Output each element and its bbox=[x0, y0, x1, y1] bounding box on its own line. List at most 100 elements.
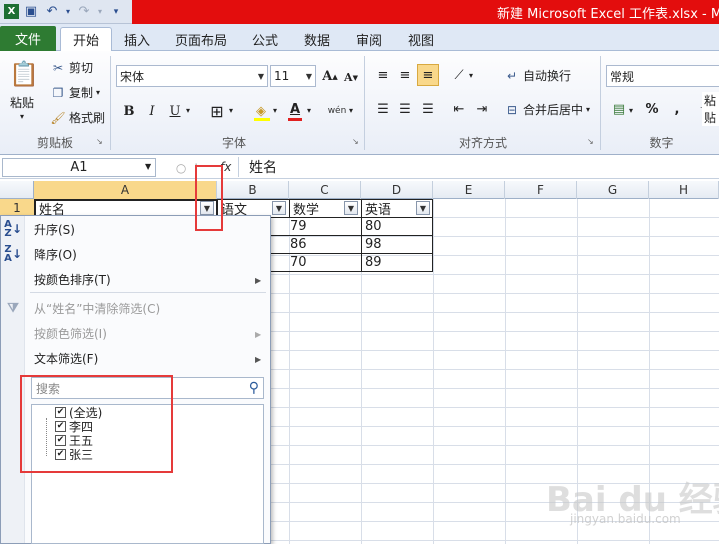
paste-icon[interactable]: 📋 bbox=[8, 56, 40, 92]
column-header-d[interactable]: D bbox=[361, 181, 433, 199]
font-launcher-icon[interactable]: ↘ bbox=[352, 137, 359, 146]
divider bbox=[364, 56, 365, 150]
copy-button[interactable]: ❐ 复制 ▾ bbox=[50, 84, 100, 101]
font-color-icon[interactable]: A bbox=[284, 98, 306, 120]
border-icon[interactable]: ⊞ bbox=[206, 100, 228, 122]
alignment-launcher-icon[interactable]: ↘ bbox=[587, 137, 594, 146]
annotation-box-dropdown bbox=[195, 165, 223, 231]
phonetic-icon[interactable]: wén bbox=[326, 100, 348, 122]
underline-dropdown-icon[interactable]: ▾ bbox=[186, 106, 190, 115]
formula-content[interactable]: 姓名 bbox=[238, 157, 719, 177]
font-name-select[interactable]: 宋体 ▼ bbox=[116, 65, 268, 87]
phonetic-dropdown-icon[interactable]: ▾ bbox=[349, 106, 353, 115]
undo-dropdown-icon[interactable]: ▾ bbox=[64, 3, 72, 21]
orientation-icon[interactable]: ⟋ bbox=[448, 64, 470, 86]
menu-item-text-filters[interactable]: 文本筛选(F) bbox=[34, 347, 98, 369]
align-center-icon[interactable]: ☰ bbox=[394, 98, 416, 120]
divider bbox=[600, 56, 601, 150]
column-header-e[interactable]: E bbox=[433, 181, 505, 199]
save-icon[interactable]: ▣ bbox=[22, 3, 40, 21]
underline-button[interactable]: U bbox=[164, 100, 186, 122]
undo-icon[interactable]: ↶ bbox=[43, 3, 61, 21]
percent-button[interactable]: % bbox=[641, 98, 663, 120]
tab-page-layout[interactable]: 页面布局 bbox=[170, 28, 232, 51]
align-left-icon[interactable]: ☰ bbox=[372, 98, 394, 120]
shrink-font-button[interactable]: A ▼ bbox=[340, 66, 362, 88]
align-right-icon[interactable]: ☰ bbox=[417, 98, 439, 120]
merge-center-button[interactable]: ⊟ 合并后居中 ▾ bbox=[504, 101, 590, 118]
format-painter-button[interactable]: 🖌 格式刷 bbox=[50, 109, 105, 126]
excel-logo-icon[interactable]: X bbox=[4, 4, 19, 19]
cell-d3[interactable]: 98 bbox=[361, 235, 433, 254]
column-header-f[interactable]: F bbox=[505, 181, 577, 199]
comma-button[interactable]: , bbox=[666, 98, 688, 120]
menu-item-sort-ascending[interactable]: 升序(S) bbox=[34, 218, 75, 240]
menu-item-filter-by-color[interactable]: 按颜色筛选(I) bbox=[34, 322, 107, 344]
align-top-icon[interactable]: ≡ bbox=[372, 64, 394, 86]
clear-filter-icon: ⧩ bbox=[7, 300, 19, 316]
border-dropdown-icon[interactable]: ▾ bbox=[229, 106, 233, 115]
paste-button[interactable]: 粘贴 bbox=[10, 94, 34, 111]
fill-dropdown-icon[interactable]: ▾ bbox=[273, 106, 277, 115]
tab-data[interactable]: 数据 bbox=[298, 28, 336, 51]
grow-font-button[interactable]: A ▲ bbox=[319, 65, 341, 87]
paste-dropdown-icon[interactable]: ▾ bbox=[20, 112, 24, 121]
italic-button[interactable]: I bbox=[141, 100, 163, 122]
tab-file[interactable]: 文件 bbox=[0, 26, 56, 51]
watermark-url: jingyan.baidu.com bbox=[570, 512, 681, 526]
decrease-indent-icon[interactable]: ⇤ bbox=[448, 98, 470, 120]
tab-home[interactable]: 开始 bbox=[60, 27, 112, 51]
tab-view[interactable]: 视图 bbox=[402, 28, 440, 51]
menu-item-sort-by-color[interactable]: 按颜色排序(T) bbox=[34, 268, 111, 290]
redo-dropdown-icon[interactable]: ▾ bbox=[96, 3, 104, 21]
menu-item-clear-filter[interactable]: 从“姓名”中清除筛选(C) bbox=[34, 297, 160, 319]
font-size-select[interactable]: 11 ▼ bbox=[270, 65, 316, 87]
cell-c3[interactable]: 86 bbox=[271, 235, 362, 254]
number-format-value: 常规 bbox=[610, 69, 635, 84]
bold-button[interactable]: B bbox=[118, 100, 140, 122]
column-header-a[interactable]: A bbox=[34, 181, 217, 199]
customize-qat-icon[interactable]: ▾ bbox=[107, 3, 125, 21]
number-format-select[interactable]: 常规 bbox=[606, 65, 719, 87]
search-icon[interactable]: ⚲ bbox=[249, 380, 259, 396]
tab-formulas[interactable]: 公式 bbox=[246, 28, 284, 51]
cell-d2[interactable]: 80 bbox=[361, 217, 433, 236]
redo-icon[interactable]: ↷ bbox=[75, 3, 93, 21]
submenu-arrow-icon: ▶ bbox=[255, 330, 262, 339]
name-box-dropdown-icon[interactable]: ▼ bbox=[145, 162, 151, 171]
wrap-text-button[interactable]: ↵ 自动换行 bbox=[504, 67, 571, 84]
copy-label: 复制 bbox=[69, 86, 94, 100]
align-bottom-icon[interactable]: ≡ bbox=[417, 64, 439, 86]
currency-icon[interactable]: ▤ bbox=[608, 98, 630, 120]
cell-c2[interactable]: 79 bbox=[271, 217, 362, 236]
cut-button[interactable]: ✂ 剪切 bbox=[50, 59, 93, 76]
column-header-b[interactable]: B bbox=[217, 181, 289, 199]
merge-dropdown-icon: ▾ bbox=[586, 105, 591, 114]
cell-c4[interactable]: 70 bbox=[271, 253, 362, 272]
select-all-corner[interactable] bbox=[0, 181, 34, 199]
increase-indent-icon[interactable]: ⇥ bbox=[471, 98, 493, 120]
orientation-dropdown-icon[interactable]: ▾ bbox=[469, 71, 473, 80]
font-size-value: 11 bbox=[274, 69, 290, 83]
clipboard-launcher-icon[interactable]: ↘ bbox=[96, 137, 103, 146]
cell-d1-value: 英语 bbox=[365, 203, 392, 218]
filter-dropdown-button-c[interactable]: ▼ bbox=[344, 201, 358, 215]
wrap-text-icon: ↵ bbox=[506, 68, 518, 83]
tab-insert[interactable]: 插入 bbox=[118, 28, 156, 51]
filter-dropdown-button-b[interactable]: ▼ bbox=[272, 201, 286, 215]
merge-center-label: 合并后居中 bbox=[523, 103, 584, 117]
filter-dropdown-button-d[interactable]: ▼ bbox=[416, 201, 430, 215]
column-header-h[interactable]: H bbox=[649, 181, 719, 199]
menu-item-sort-descending[interactable]: 降序(O) bbox=[34, 243, 77, 265]
column-header-c[interactable]: C bbox=[289, 181, 361, 199]
align-middle-icon[interactable]: ≡ bbox=[394, 64, 416, 86]
font-color-dropdown-icon[interactable]: ▾ bbox=[307, 106, 311, 115]
currency-dropdown-icon[interactable]: ▾ bbox=[629, 106, 633, 115]
annotation-box-filter-list bbox=[20, 375, 173, 473]
cell-d4[interactable]: 89 bbox=[361, 253, 433, 272]
name-box[interactable]: A1 bbox=[2, 158, 156, 177]
column-header-g[interactable]: G bbox=[577, 181, 649, 199]
font-color-swatch bbox=[288, 118, 302, 121]
tab-review[interactable]: 审阅 bbox=[350, 28, 388, 51]
divider bbox=[110, 56, 111, 150]
